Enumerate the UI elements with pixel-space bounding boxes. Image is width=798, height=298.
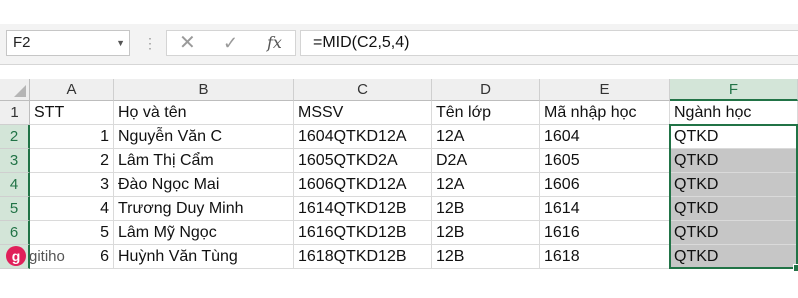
name-box[interactable]: F2 ▼ xyxy=(6,30,130,56)
cell-a1[interactable]: STT xyxy=(30,101,114,125)
cell-a4[interactable]: 3 xyxy=(30,173,114,197)
cell-c3[interactable]: 1605QTKD2A xyxy=(294,149,432,173)
cell-a5[interactable]: 4 xyxy=(30,197,114,221)
row-header-2[interactable]: 2 xyxy=(0,125,30,149)
cell-f2[interactable]: QTKD xyxy=(670,125,798,149)
cell-d7[interactable]: 12B xyxy=(432,245,540,269)
formula-actions: ✕ ✓ fx xyxy=(166,30,296,56)
column-header-b[interactable]: B xyxy=(114,79,294,101)
cell-f1[interactable]: Ngành học xyxy=(670,101,798,125)
cell-d1[interactable]: Tên lớp xyxy=(432,101,540,125)
cell-d4[interactable]: 12A xyxy=(432,173,540,197)
cell-d3[interactable]: D2A xyxy=(432,149,540,173)
row-header-1[interactable]: 1 xyxy=(0,101,30,125)
column-header-c[interactable]: C xyxy=(294,79,432,101)
cell-c4[interactable]: 1606QTKD12A xyxy=(294,173,432,197)
cell-b1[interactable]: Họ và tên xyxy=(114,101,294,125)
cell-f3[interactable]: QTKD xyxy=(670,149,798,173)
cell-a2[interactable]: 1 xyxy=(30,125,114,149)
cell-f7[interactable]: QTKD xyxy=(670,245,798,269)
vertical-dots-icon: ⋮ xyxy=(143,35,157,51)
column-header-e[interactable]: E xyxy=(540,79,670,101)
cell-c7[interactable]: 1618QTKD12B xyxy=(294,245,432,269)
cell-a3[interactable]: 2 xyxy=(30,149,114,173)
cell-c6[interactable]: 1616QTKD12B xyxy=(294,221,432,245)
dropdown-arrow-icon[interactable]: ▼ xyxy=(116,31,125,55)
cell-e4[interactable]: 1606 xyxy=(540,173,670,197)
row-header-5[interactable]: 5 xyxy=(0,197,30,221)
enter-check-icon[interactable]: ✓ xyxy=(223,31,238,55)
name-box-value: F2 xyxy=(13,34,31,51)
formula-bar: F2 ▼ ⋮ ✕ ✓ fx =MID(C2,5,4) xyxy=(0,24,798,65)
cell-e2[interactable]: 1604 xyxy=(540,125,670,149)
cell-d2[interactable]: 12A xyxy=(432,125,540,149)
cell-e1[interactable]: Mã nhập học xyxy=(540,101,670,125)
cell-c5[interactable]: 1614QTKD12B xyxy=(294,197,432,221)
cell-f5[interactable]: QTKD xyxy=(670,197,798,221)
cell-f4[interactable]: QTKD xyxy=(670,173,798,197)
cell-e5[interactable]: 1614 xyxy=(540,197,670,221)
cell-d5[interactable]: 12B xyxy=(432,197,540,221)
cell-d6[interactable]: 12B xyxy=(432,221,540,245)
top-band xyxy=(0,0,798,24)
cell-e3[interactable]: 1605 xyxy=(540,149,670,173)
column-header-d[interactable]: D xyxy=(432,79,540,101)
gitiho-logo-icon: g xyxy=(6,246,26,266)
cell-b7[interactable]: Huỳnh Văn Tùng xyxy=(114,245,294,269)
gitiho-logo-text: gitiho xyxy=(29,247,65,265)
cancel-x-icon[interactable]: ✕ xyxy=(179,31,196,55)
cell-b5[interactable]: Trương Duy Minh xyxy=(114,197,294,221)
row-header-3[interactable]: 3 xyxy=(0,149,30,173)
cell-a6[interactable]: 5 xyxy=(30,221,114,245)
cell-b6[interactable]: Lâm Mỹ Ngọc xyxy=(114,221,294,245)
cell-e6[interactable]: 1616 xyxy=(540,221,670,245)
column-header-f[interactable]: F xyxy=(670,79,798,101)
gitiho-watermark: g gitiho xyxy=(6,245,65,267)
column-header-a[interactable]: A xyxy=(30,79,114,101)
row-header-6[interactable]: 6 xyxy=(0,221,30,245)
cell-f6[interactable]: QTKD xyxy=(670,221,798,245)
formula-input[interactable]: =MID(C2,5,4) xyxy=(300,30,798,56)
cell-c2[interactable]: 1604QTKD12A xyxy=(294,125,432,149)
cell-e7[interactable]: 1618 xyxy=(540,245,670,269)
cell-c1[interactable]: MSSV xyxy=(294,101,432,125)
cell-b4[interactable]: Đào Ngọc Mai xyxy=(114,173,294,197)
toolbar-gap xyxy=(0,65,798,79)
fill-handle[interactable] xyxy=(793,264,798,272)
cell-b2[interactable]: Nguyễn Văn C xyxy=(114,125,294,149)
row-header-4[interactable]: 4 xyxy=(0,173,30,197)
fx-icon[interactable]: fx xyxy=(267,31,282,55)
select-all-corner[interactable] xyxy=(0,79,30,101)
cell-b3[interactable]: Lâm Thị Cẩm xyxy=(114,149,294,173)
